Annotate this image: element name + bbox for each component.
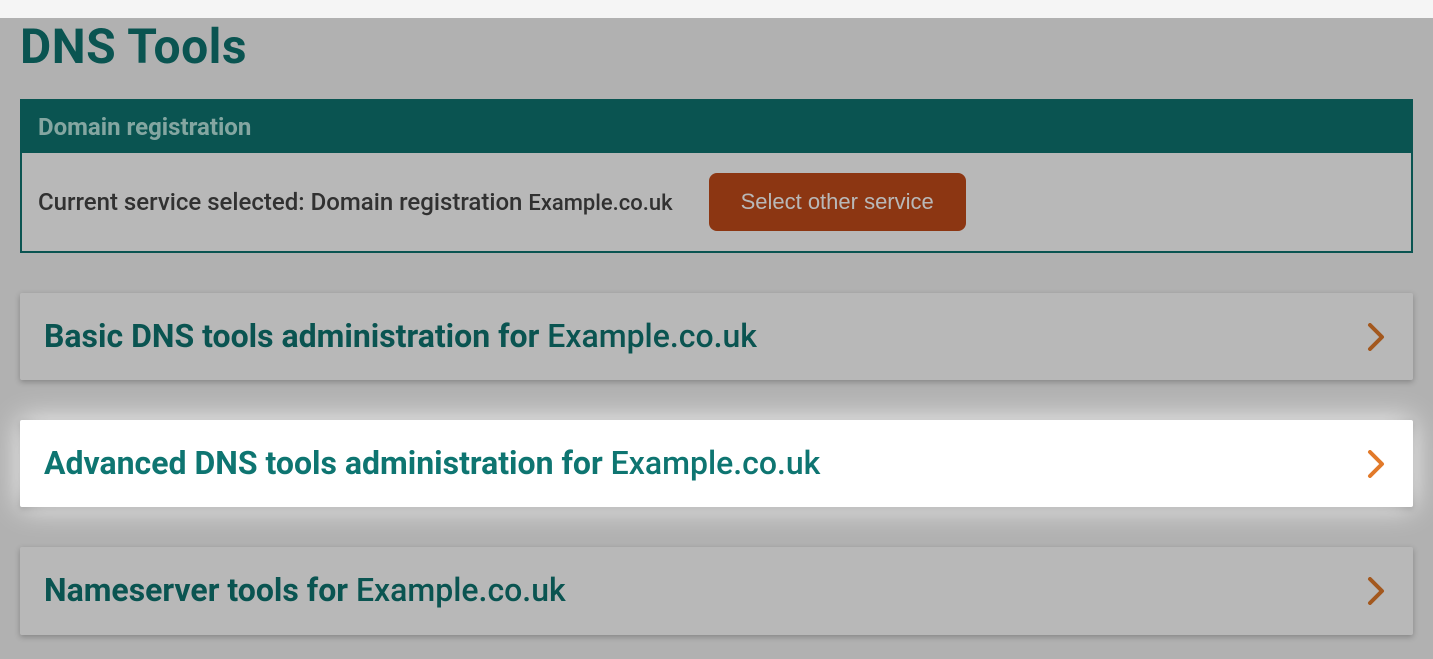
chevron-right-icon — [1367, 577, 1385, 605]
basic-dns-tools-title: Basic DNS tools administration for Examp… — [44, 319, 757, 354]
advanced-dns-tools-domain: Example.co.uk — [611, 444, 821, 482]
domain-registration-body: Current service selected: Domain registr… — [22, 153, 1411, 251]
current-service-domain: Example.co.uk — [528, 191, 672, 216]
advanced-dns-tools-prefix: Advanced DNS tools administration for — [44, 444, 611, 482]
domain-registration-header: Domain registration — [22, 101, 1411, 153]
current-service-prefix: Current service selected: Domain registr… — [38, 188, 528, 216]
nameserver-tools-prefix: Nameserver tools for — [44, 571, 356, 609]
nameserver-tools-title: Nameserver tools for Example.co.uk — [44, 573, 566, 608]
basic-dns-tools-domain: Example.co.uk — [547, 317, 757, 355]
nameserver-tools-panel[interactable]: Nameserver tools for Example.co.uk — [20, 547, 1413, 634]
chevron-right-icon — [1367, 323, 1385, 351]
page-title: DNS Tools — [20, 18, 1413, 75]
basic-dns-tools-panel[interactable]: Basic DNS tools administration for Examp… — [20, 293, 1413, 380]
nameserver-tools-domain: Example.co.uk — [356, 571, 566, 609]
dns-tools-page: DNS Tools Domain registration Current se… — [0, 18, 1433, 659]
select-other-service-button[interactable]: Select other service — [709, 173, 966, 231]
advanced-dns-tools-panel[interactable]: Advanced DNS tools administration for Ex… — [20, 420, 1413, 507]
advanced-dns-tools-title: Advanced DNS tools administration for Ex… — [44, 446, 820, 481]
current-service-text: Current service selected: Domain registr… — [38, 188, 673, 216]
chevron-right-icon — [1367, 450, 1385, 478]
basic-dns-tools-prefix: Basic DNS tools administration for — [44, 317, 547, 355]
domain-registration-box: Domain registration Current service sele… — [20, 99, 1413, 253]
